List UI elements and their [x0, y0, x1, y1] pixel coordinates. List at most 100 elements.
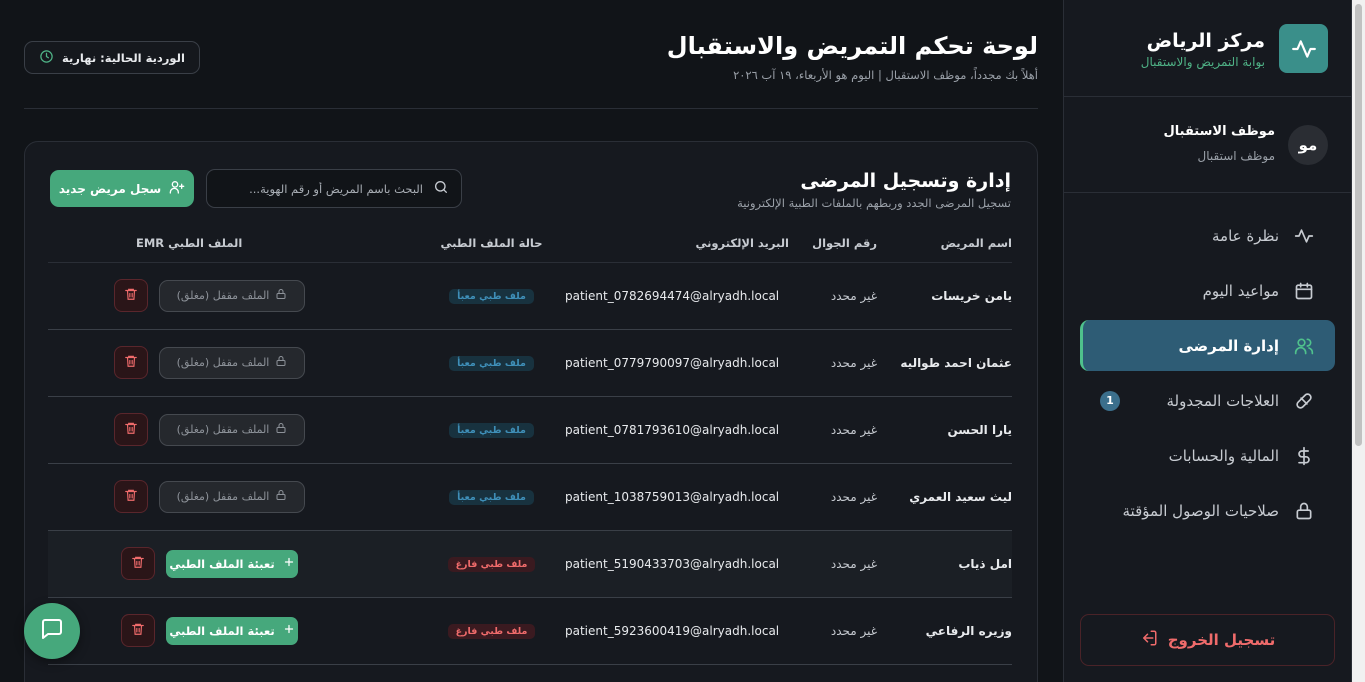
users-icon: [1293, 335, 1315, 357]
fill-emr-button[interactable]: تعبئة الملف الطبي: [166, 549, 298, 578]
logout-icon: [1140, 629, 1158, 651]
lock-icon: [1293, 500, 1315, 522]
emr-action-label: الملف مقفل (مغلق): [176, 289, 270, 302]
sidebar-item-treatments[interactable]: العلاجات المجدولة 1: [1080, 375, 1335, 426]
emr-action-label: الملف مقفل (مغلق): [176, 356, 270, 369]
sidebar-item-label: العلاجات المجدولة: [1166, 391, 1279, 410]
user-name: موظف الاستقبال: [1163, 124, 1275, 139]
file-status-cell: ملف طبي معبأ: [424, 396, 559, 464]
delete-patient-button[interactable]: [114, 346, 148, 379]
col-phone: رقم الجوال: [789, 224, 877, 263]
sidebar-item-label: إدارة المرضى: [1178, 336, 1279, 355]
chat-button[interactable]: [24, 603, 80, 659]
col-name: اسم المريض: [877, 224, 1012, 263]
locked-file-button[interactable]: الملف مقفل (مغلق): [159, 413, 305, 446]
file-status-cell: ملف طبي معبأ: [424, 329, 559, 397]
patient-email: patient_0781793610@alryadh.local: [559, 396, 789, 464]
locked-file-button[interactable]: الملف مقفل (مغلق): [159, 480, 305, 513]
status-badge: ملف طبي معبأ: [449, 422, 534, 438]
col-status: حالة الملف الطبي: [424, 224, 559, 263]
sidebar-item-label: المالية والحسابات: [1168, 446, 1279, 465]
delete-patient-button[interactable]: [121, 614, 155, 647]
table-row: ليث سعيد العمري غير محدد patient_103875901…: [48, 463, 1012, 531]
patient-name: عثمان احمد طواليه: [877, 329, 1012, 397]
status-badge: ملف طبي معبأ: [449, 288, 534, 304]
table-row: وزيره الرفاعي غير محدد patient_5923600419@…: [48, 597, 1012, 665]
clock-icon: [39, 49, 54, 67]
main-content: لوحة تحكم التمريض والاستقبال أهلاً بك مج…: [24, 0, 1038, 682]
patients-table: اسم المريض رقم الجوال البريد الإلكتروني …: [48, 224, 1012, 665]
scrollbar-thumb[interactable]: [1355, 4, 1362, 446]
avatar: مو: [1288, 125, 1328, 165]
emr-cell: الملف مقفل (مغلق): [48, 396, 424, 464]
delete-patient-button[interactable]: [114, 480, 148, 513]
status-badge: ملف طبي معبأ: [449, 355, 534, 371]
patient-name: يارا الحسن: [877, 396, 1012, 464]
sidebar-item-overview[interactable]: نظرة عامة: [1080, 210, 1335, 261]
page-subtitle: أهلاً بك مجدداً، موظف الاستقبال | اليوم …: [733, 68, 1038, 82]
patients-table-body: يامن خريسات غير محدد patient_0782694474@al…: [48, 262, 1012, 665]
emr-cell: تعبئة الملف الطبي: [48, 597, 424, 665]
status-badge: ملف طبي فارغ: [447, 556, 536, 572]
file-status-cell: ملف طبي فارغ: [424, 530, 559, 598]
chat-icon: [40, 617, 64, 645]
emr-cell: الملف مقفل (مغلق): [48, 463, 424, 531]
plus-icon: [283, 556, 295, 571]
user-card: مو موظف الاستقبال موظف استقبال: [1064, 97, 1351, 193]
delete-patient-button[interactable]: [114, 413, 148, 446]
search-input[interactable]: [223, 181, 423, 196]
sidebar-nav: نظرة عامة مواعيد اليوم إدارة المرضى العل…: [1064, 210, 1351, 540]
current-shift-badge: الوردية الحالية: نهارية: [24, 41, 200, 74]
patient-phone: غير محدد: [789, 463, 877, 531]
logout-button[interactable]: تسجيل الخروج: [1080, 614, 1335, 666]
sidebar-item-appointments[interactable]: مواعيد اليوم: [1080, 265, 1335, 316]
treatments-count-badge: 1: [1100, 390, 1120, 411]
header-divider: [24, 108, 1038, 109]
status-badge: ملف طبي فارغ: [447, 623, 536, 639]
sidebar-item-label: مواعيد اليوم: [1202, 281, 1279, 300]
lock-icon: [275, 288, 287, 303]
calendar-icon: [1293, 280, 1315, 302]
patient-email: patient_0779790097@alryadh.local: [559, 329, 789, 397]
sidebar-item-access[interactable]: صلاحيات الوصول المؤقتة: [1080, 485, 1335, 536]
pulse-icon: [1279, 24, 1328, 73]
sidebar-item-finance[interactable]: المالية والحسابات: [1080, 430, 1335, 481]
patient-name: وزيره الرفاعي: [877, 597, 1012, 665]
add-patient-button[interactable]: سجل مريض جديد: [50, 170, 194, 207]
trash-icon: [124, 354, 138, 371]
locked-file-button[interactable]: الملف مقفل (مغلق): [159, 346, 305, 379]
shift-label: الوردية الحالية: نهارية: [62, 50, 185, 65]
patient-name: امل ذياب: [877, 530, 1012, 598]
patient-search: [206, 169, 462, 208]
lock-icon: [275, 355, 287, 370]
table-row: عثمان احمد طواليه غير محدد patient_0779790…: [48, 329, 1012, 397]
emr-cell: الملف مقفل (مغلق): [48, 329, 424, 397]
user-plus-icon: [169, 179, 185, 198]
fill-emr-button[interactable]: تعبئة الملف الطبي: [166, 616, 298, 645]
trash-icon: [124, 287, 138, 304]
status-badge: ملف طبي معبأ: [449, 489, 534, 505]
table-header-row: اسم المريض رقم الجوال البريد الإلكتروني …: [48, 224, 1012, 263]
page-scrollbar[interactable]: [1352, 0, 1365, 682]
locked-file-button[interactable]: الملف مقفل (مغلق): [159, 279, 305, 312]
file-status-cell: ملف طبي فارغ: [424, 597, 559, 665]
emr-cell: تعبئة الملف الطبي: [48, 530, 424, 598]
emr-action-label: الملف مقفل (مغلق): [176, 490, 270, 503]
app-root: مركز الرياض بوابة التمريض والاستقبال مو …: [0, 0, 1365, 682]
sidebar-item-patients[interactable]: إدارة المرضى: [1080, 320, 1335, 371]
brand-subtitle: بوابة التمريض والاستقبال: [1140, 55, 1265, 69]
sidebar-item-label: صلاحيات الوصول المؤقتة: [1122, 501, 1279, 520]
emr-cell: الملف مقفل (مغلق): [48, 262, 424, 330]
user-role: موظف استقبال: [1197, 149, 1276, 163]
lock-icon: [275, 489, 287, 504]
add-patient-label: سجل مريض جديد: [58, 181, 162, 196]
table-row: امل ذياب غير محدد patient_5190433703@alrya…: [48, 530, 1012, 598]
file-status-cell: ملف طبي معبأ: [424, 463, 559, 531]
patient-name: يامن خريسات: [877, 262, 1012, 330]
patient-phone: غير محدد: [789, 329, 877, 397]
delete-patient-button[interactable]: [114, 279, 148, 312]
patient-phone: غير محدد: [789, 396, 877, 464]
delete-patient-button[interactable]: [121, 547, 155, 580]
page-title: لوحة تحكم التمريض والاستقبال: [666, 32, 1038, 60]
plus-icon: [283, 623, 295, 638]
